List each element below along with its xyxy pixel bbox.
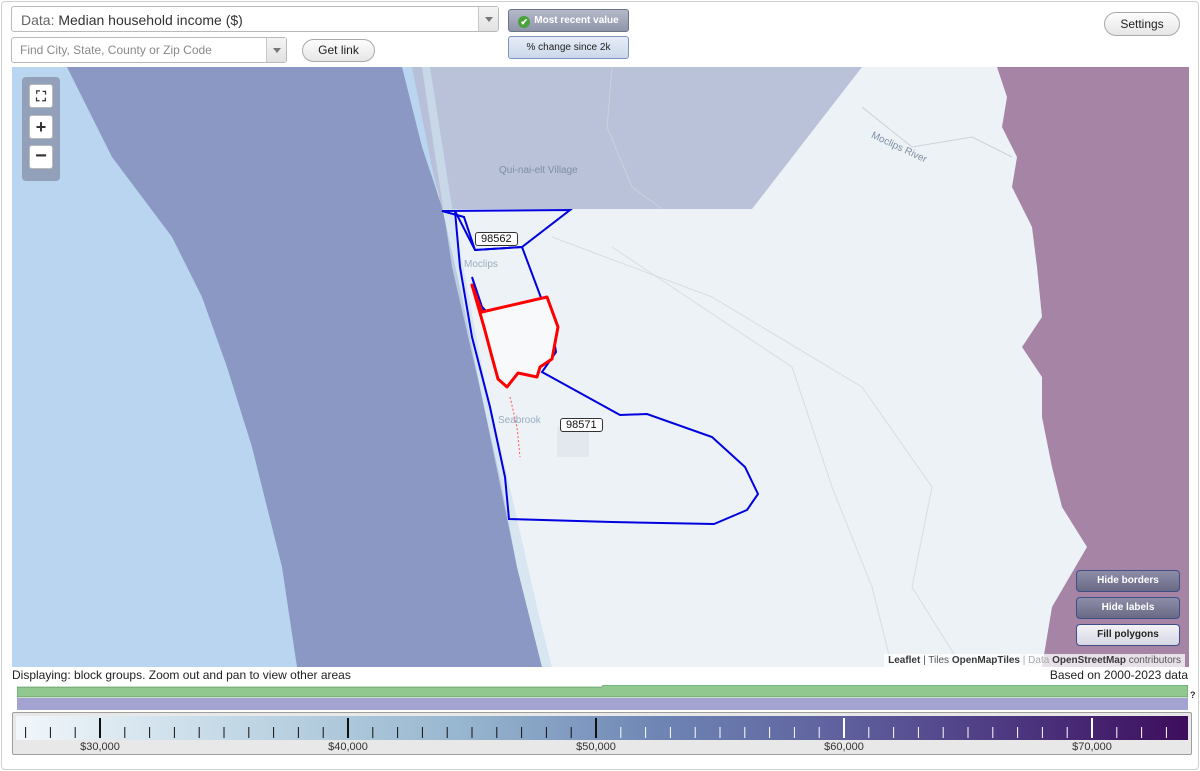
attrib-contrib: contributors	[1125, 655, 1181, 666]
most-recent-label: Most recent value	[534, 15, 619, 26]
fullscreen-icon[interactable]: ⛶	[29, 84, 53, 108]
map-view[interactable]: Qui-nai-elt Village Moclips River Moclip…	[12, 67, 1189, 667]
legend-tick-label: $30,000	[80, 741, 120, 753]
place-label-seabrook: Seabrook	[498, 415, 541, 426]
coverage-green-band	[17, 685, 1188, 698]
zoom-in-button[interactable]: +	[29, 115, 53, 139]
data-select-prefix: Data:	[21, 12, 55, 28]
coverage-help-icon[interactable]: ?	[1190, 690, 1196, 700]
legend-tick-label: $70,000	[1072, 741, 1112, 753]
attrib-sep1: | Tiles	[920, 655, 952, 666]
search-input[interactable]	[20, 41, 260, 59]
legend-ticks	[25, 718, 1167, 738]
zoom-control: ⛶ + −	[22, 77, 60, 181]
most-recent-value-button[interactable]: ✔ Most recent value	[508, 9, 629, 32]
displaying-status: Displaying: block groups. Zoom out and p…	[12, 668, 351, 682]
leaflet-link[interactable]: Leaflet	[888, 655, 920, 666]
map-attribution: Leaflet | Tiles OpenMapTiles | Data Open…	[884, 654, 1185, 667]
data-coverage-bar	[17, 685, 1188, 710]
map-layer	[12, 67, 1189, 667]
location-search[interactable]	[11, 37, 287, 63]
legend-tick-label: $40,000	[328, 741, 368, 753]
checkmark-icon: ✔	[518, 16, 531, 28]
pct-change-button[interactable]: % change since 2k	[508, 36, 629, 59]
data-range-status: Based on 2000-2023 data	[1049, 668, 1188, 682]
tiles-link[interactable]: OpenMapTiles	[952, 655, 1020, 666]
zoom-out-button[interactable]: −	[29, 145, 53, 169]
legend-tick-label: $50,000	[576, 741, 616, 753]
hide-borders-button[interactable]: Hide borders	[1076, 570, 1180, 592]
chevron-down-icon[interactable]	[266, 38, 286, 62]
osm-link[interactable]: OpenStreetMap	[1052, 655, 1126, 666]
place-label-village: Qui-nai-elt Village	[499, 165, 578, 176]
data-select[interactable]: Data: Median household income ($)	[11, 6, 499, 32]
attrib-sep2: | Data	[1020, 655, 1053, 666]
coverage-purple-band	[17, 698, 1188, 710]
zip-label-98562: 98562	[475, 232, 518, 246]
chevron-down-icon[interactable]	[478, 7, 498, 31]
zip-label-98571: 98571	[560, 418, 603, 432]
place-label-moclips: Moclips	[464, 259, 498, 270]
fill-polygons-button[interactable]: Fill polygons	[1076, 624, 1180, 646]
data-select-value: Median household income ($)	[58, 12, 243, 28]
hide-labels-button[interactable]: Hide labels	[1076, 597, 1180, 619]
get-link-button[interactable]: Get link	[302, 39, 375, 62]
settings-button[interactable]: Settings	[1104, 12, 1180, 36]
legend-tick-label: $60,000	[824, 741, 864, 753]
color-legend: $30,000 $40,000 $50,000 $60,000 $70,000	[12, 712, 1192, 755]
